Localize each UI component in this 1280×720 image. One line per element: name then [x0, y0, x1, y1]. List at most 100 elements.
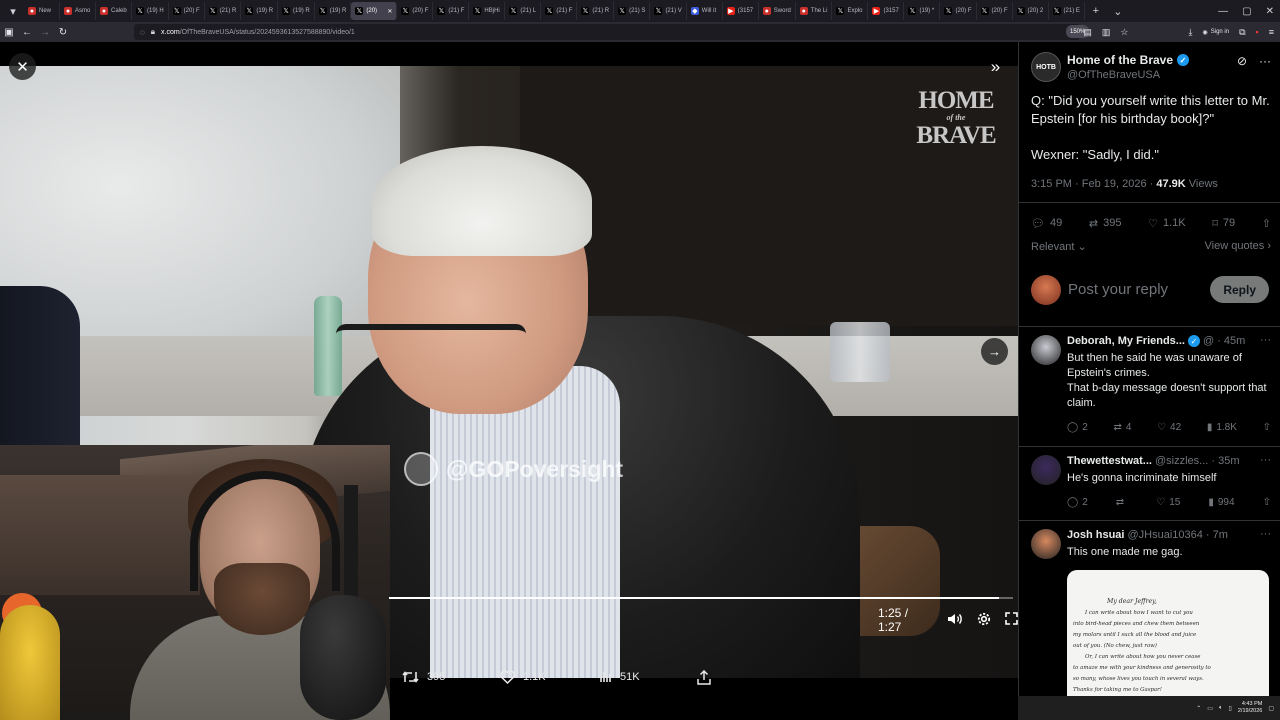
bookmark-action[interactable]: ⌑ 79 [1212, 217, 1235, 230]
more-options-icon[interactable]: ··· [1259, 54, 1271, 68]
sidebar-toggle-icon[interactable]: ▣ [0, 23, 18, 41]
extension-badge-icon[interactable]: ▪ [1256, 27, 1259, 37]
reply-handle[interactable]: @ · 45m [1203, 335, 1245, 347]
reply-author-name[interactable]: Deborah, My Friends... [1067, 335, 1185, 347]
picture-icon[interactable]: ▥ [1102, 27, 1111, 38]
browser-tab[interactable]: 𝕏 (21) F [541, 2, 578, 20]
tab-list-icon[interactable]: ▾ [2, 2, 24, 20]
handwritten-letter-image[interactable]: My dear Jeffrey, I can write about how I … [1067, 570, 1269, 696]
author-avatar[interactable]: HOTB [1031, 52, 1061, 82]
browser-tab[interactable]: 𝕏 (21) E [1049, 2, 1085, 20]
minimize-icon[interactable]: — [1218, 6, 1228, 17]
reply-handle[interactable]: @sizzles... · 35m [1155, 455, 1240, 467]
reload-icon[interactable]: ↻ [54, 23, 72, 41]
downloads-icon[interactable]: ⤓ [1189, 27, 1193, 38]
reply-item[interactable]: Thewettestwat... @sizzles... · 35m ··· H… [1031, 454, 1271, 517]
more-options-icon[interactable]: ··· [1260, 334, 1271, 346]
browser-tab[interactable]: 𝕏 HBjHi [469, 2, 506, 20]
reply-action[interactable]: 💬︎ 49 [1031, 217, 1062, 230]
settings-gear-icon[interactable] [977, 612, 991, 629]
close-media-button[interactable]: ✕ [9, 53, 36, 80]
maximize-icon[interactable]: ▢ [1242, 6, 1251, 17]
browser-tab[interactable]: 𝕏 (21) S [614, 2, 651, 20]
share-action[interactable]: ⇧ [1262, 217, 1271, 230]
reply-action[interactable]: ◯ 2 [1067, 422, 1088, 433]
lock-icon[interactable]: 🔒︎ [151, 27, 155, 37]
browser-tab[interactable]: ● Asmo [60, 2, 96, 20]
views-action[interactable]: ▮ 1.8K [1207, 422, 1237, 433]
reply-input[interactable]: Post your reply [1068, 281, 1168, 298]
views-action[interactable]: ▮ 994 [1208, 497, 1234, 508]
tab-overflow-icon[interactable]: ⌄ [1107, 2, 1129, 20]
reply-button[interactable]: Reply [1210, 276, 1269, 303]
browser-tab[interactable]: ◆ Will it [687, 2, 723, 20]
like-action[interactable]: ♡ 42 [1157, 422, 1181, 433]
browser-tab[interactable]: 𝕏 (19) R [315, 2, 352, 20]
video-views-button[interactable]: 51K [599, 670, 640, 683]
retweet-action[interactable]: ⇄ [1116, 497, 1128, 508]
new-tab-button[interactable]: + [1085, 2, 1107, 20]
reply-item[interactable]: Deborah, My Friends... ✓ @ · 45m ··· But… [1031, 334, 1271, 445]
fullscreen-icon[interactable] [1005, 612, 1018, 628]
browser-tab[interactable]: 𝕏 (21) R [577, 2, 615, 20]
browser-tab[interactable]: 𝕏 (21) F [433, 2, 470, 20]
sign-in-button[interactable]: ◉ Sign in [1202, 29, 1229, 36]
share-action[interactable]: ⇧ [1263, 422, 1271, 433]
reply-avatar[interactable] [1031, 455, 1061, 485]
network-icon[interactable]: ▭ [1207, 705, 1213, 712]
more-options-icon[interactable]: ··· [1260, 528, 1271, 540]
view-quotes-link[interactable]: View quotes › [1205, 240, 1271, 253]
clock[interactable]: 4:43 PM 2/19/2026 [1238, 701, 1262, 715]
sort-dropdown[interactable]: Relevant ⌄ [1031, 240, 1087, 253]
video-retweet-button[interactable]: 395 [402, 670, 445, 684]
share-action[interactable]: ⇧ [1263, 497, 1271, 508]
browser-tab[interactable]: 𝕏 (20) F [169, 2, 205, 20]
url-text[interactable]: x.com/OfTheBraveUSA/status/2024593613527… [161, 29, 355, 36]
video-share-button[interactable] [697, 670, 711, 685]
reply-action[interactable]: ◯ 2 [1067, 497, 1088, 508]
address-bar[interactable]: ◌ 🔒︎ x.com/OfTheBraveUSA/status/20245936… [134, 24, 1080, 40]
browser-tab[interactable]: 𝕏 (19) R [241, 2, 279, 20]
author-handle[interactable]: @OfTheBraveUSA [1067, 69, 1160, 81]
like-action[interactable]: ♡ 15 [1156, 497, 1180, 508]
browser-tab[interactable]: ● New [24, 2, 60, 20]
shield-icon[interactable]: ◌ [140, 28, 145, 37]
forward-icon[interactable]: → [36, 23, 54, 41]
browser-tab[interactable]: 𝕏 (21) L [505, 2, 542, 20]
browser-tab[interactable]: 𝕏 (20) ✕ [351, 2, 398, 20]
expand-panel-button[interactable]: » [982, 53, 1009, 80]
reply-avatar[interactable] [1031, 335, 1061, 365]
close-tab-icon[interactable]: ✕ [387, 8, 392, 15]
author-name-row[interactable]: Home of the Brave ✓ [1067, 53, 1190, 67]
speaker-icon[interactable]: 🔈︎ [1219, 705, 1223, 712]
browser-tab[interactable]: 𝕏 (20) 2 [1013, 2, 1049, 20]
browser-tab[interactable]: 𝕏 (19) * [904, 2, 941, 20]
browser-tab[interactable]: 𝕏 (21) V [650, 2, 687, 20]
volume-icon[interactable] [947, 612, 963, 629]
next-media-button[interactable]: → [981, 338, 1008, 365]
bookmark-star-icon[interactable]: ☆ [1120, 27, 1128, 38]
browser-tab[interactable]: 𝕏 (19) H [132, 2, 169, 20]
browser-tab[interactable]: 𝕏 (20) F [397, 2, 434, 20]
browser-tab[interactable]: 𝕏 (21) R [205, 2, 242, 20]
retweet-action[interactable]: ⇄ 4 [1113, 422, 1131, 433]
browser-tab[interactable]: ▶ (3157 [868, 2, 905, 20]
browser-tab[interactable]: ▶ (3157 [723, 2, 759, 20]
reply-handle[interactable]: @JHsuai10364 · 7m [1127, 529, 1227, 541]
reply-author-name[interactable]: Thewettestwat... [1067, 455, 1152, 467]
menu-icon[interactable]: ≡ [1269, 27, 1274, 37]
tray-chevron-icon[interactable]: ⌃ [1196, 705, 1201, 712]
browser-tab[interactable]: 𝕏 (20) F [977, 2, 1013, 20]
close-window-icon[interactable]: ✕ [1266, 6, 1274, 17]
video-like-button[interactable]: 1.1K [500, 670, 546, 684]
reply-item[interactable]: Josh hsuai @JHsuai10364 · 7m ··· This on… [1031, 528, 1271, 569]
notification-icon[interactable]: ▢ [1268, 705, 1274, 712]
browser-tab[interactable]: ● Sword [759, 2, 796, 20]
browser-tab[interactable]: 𝕏 (20) F [940, 2, 977, 20]
reply-author-name[interactable]: Josh hsuai [1067, 529, 1124, 541]
reply-avatar[interactable] [1031, 529, 1061, 559]
grok-icon[interactable]: ⊘ [1237, 54, 1247, 68]
user-avatar[interactable] [1031, 275, 1061, 305]
like-action[interactable]: ♡ 1.1K [1148, 217, 1186, 230]
tweet-timestamp[interactable]: 3:15 PM · Feb 19, 2026 · [1031, 178, 1156, 190]
